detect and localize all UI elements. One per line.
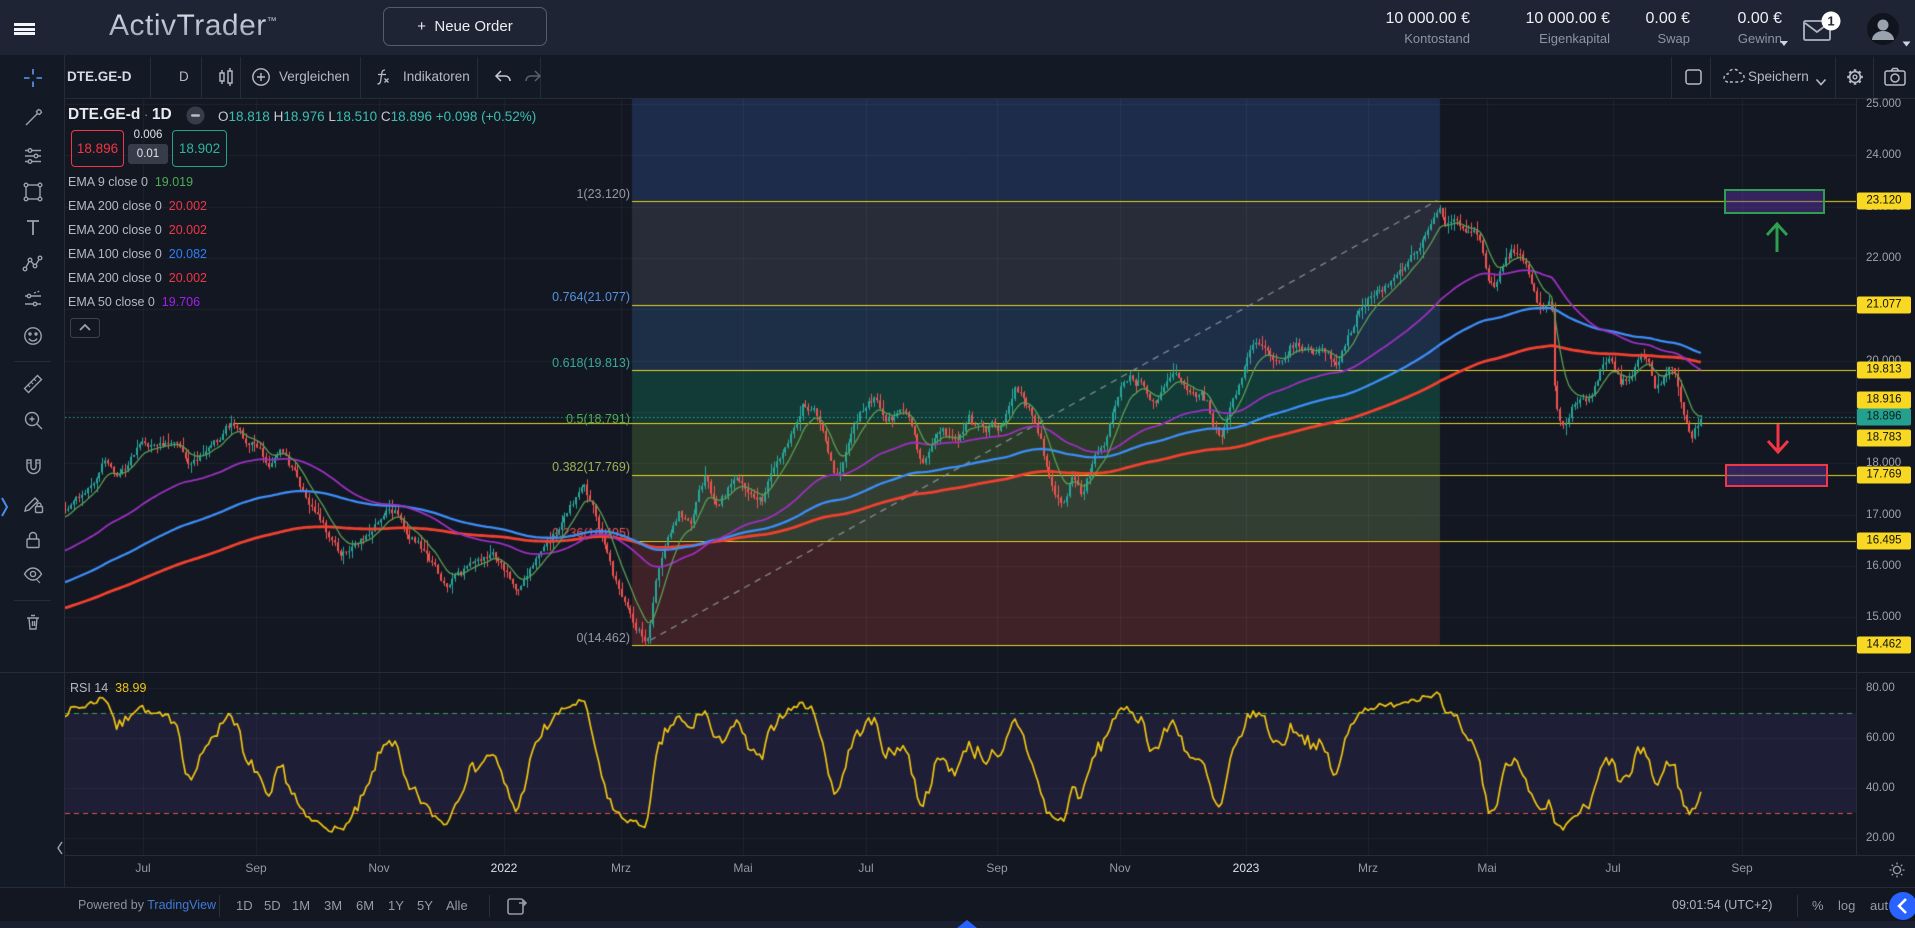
svg-text:1: 1 <box>1827 14 1834 29</box>
